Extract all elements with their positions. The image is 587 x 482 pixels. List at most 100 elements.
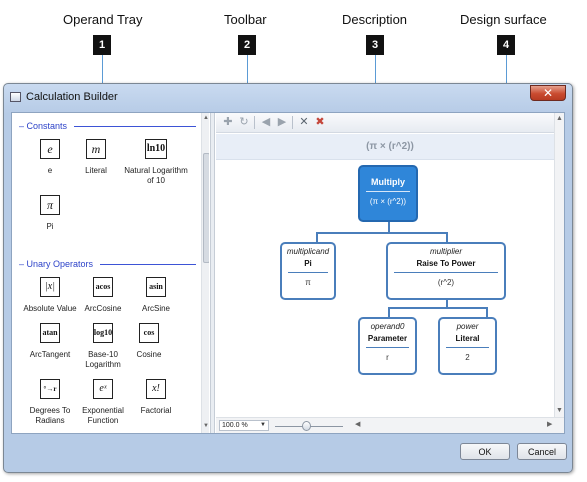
callout-description-badge: 3 [366,35,384,55]
ok-button[interactable]: OK [460,443,510,460]
tray-item-label: Factorial [140,406,172,415]
zoom-select[interactable]: 100.0 % ▼ [219,420,269,431]
tray-item-label: Pi [46,222,54,231]
page: Operand Tray 1 Toolbar 2 Description 3 D… [0,0,587,482]
callout-operand-tray-badge: 1 [93,35,111,55]
node-raise-to-power[interactable]: multiplier Raise To Power (r^2) [386,242,506,300]
connector [316,232,318,242]
status-bar: 100.0 % ▼ ◀ ▶ [216,417,564,433]
node-literal[interactable]: power Literal 2 [438,317,497,375]
pane-splitter[interactable] [210,113,215,433]
node-divider [446,347,489,348]
node-divider [366,347,409,348]
node-name: Parameter [367,334,408,343]
node-divider [288,272,328,273]
scroll-right-icon[interactable]: ▶ [547,420,552,428]
node-role: operand0 [370,322,405,331]
toolbar-separator [254,116,255,129]
node-value: (π × (r^2)) [369,197,407,206]
group-title-unary-operators: Unary Operators [26,259,94,269]
node-value: π [305,278,311,287]
node-role: multiplier [429,247,462,256]
add-icon[interactable]: ✚ [222,116,234,128]
node-divider [394,272,498,273]
scroll-up-icon[interactable]: ▲ [556,115,563,122]
node-value: (r^2) [437,278,455,287]
scroll-down-icon[interactable]: ▼ [203,423,209,429]
log10-icon: log10 [93,323,113,343]
callout-toolbar-badge: 2 [238,35,256,55]
atan-icon: atan [40,323,60,343]
node-value: r [386,353,389,362]
window-icon [10,92,21,102]
node-multiply[interactable]: Multiply (π × (r^2)) [358,165,418,222]
design-surface[interactable]: Multiply (π × (r^2)) multiplicand Pi π m… [216,161,554,417]
scroll-left-icon[interactable]: ◀ [355,420,360,428]
operand-tray: – Constants e e m Literal ln10 Natural L… [12,113,209,433]
node-name: Pi [304,259,312,268]
back-icon[interactable]: ◀ [260,116,272,128]
group-header-unary-operators[interactable]: – Unary Operators [19,259,93,269]
callout-description-title: Description [342,12,408,27]
group-divider [74,126,196,127]
tray-item-arcsine[interactable]: asin ArcSine [125,277,187,314]
tray-item-label: Natural Logarithm of 10 [124,166,188,185]
tray-item-pi[interactable]: π Pi [19,195,81,232]
group-header-constants[interactable]: – Constants [19,121,67,131]
node-name: Multiply [371,177,405,187]
scroll-up-icon[interactable]: ▲ [203,115,209,121]
tray-item-cosine[interactable]: cos Cosine [118,323,180,360]
designer-pane: ✚ ↻ ◀ ▶ ✕ ✖ (π × (r^2)) Multiply (π × (r… [216,113,564,433]
tray-item-natural-logarithm-of-10[interactable]: ln10 Natural Logarithm of 10 [122,139,190,186]
callout-operand-tray-title: Operand Tray [63,12,143,27]
description-text: (π × (r^2)) [366,141,414,152]
node-name: Raise To Power [416,259,476,268]
ln10-icon: ln10 [145,139,167,159]
connector [388,307,488,309]
tray-item-literal[interactable]: m Literal [65,139,127,176]
asin-icon: asin [146,277,166,297]
callout-toolbar-title: Toolbar [224,12,267,27]
tray-scroll-thumb[interactable] [203,153,209,263]
surface-vertical-scrollbar[interactable]: ▲ ▼ [554,113,564,417]
refresh-icon[interactable]: ↻ [238,116,250,128]
tray-item-label: Literal [85,166,107,175]
scroll-down-icon[interactable]: ▼ [556,407,563,414]
node-pi[interactable]: multiplicand Pi π [280,242,336,300]
close-button[interactable]: ✕ [530,85,566,101]
tray-item-label: Cosine [136,350,162,359]
calculation-builder-window: Calculation Builder ✕ – Constants e e m … [3,83,573,473]
tray-item-label: ArcSine [141,304,170,313]
acos-icon: acos [93,277,113,297]
connector [486,307,488,317]
degrees-to-radians-icon: °→r [40,379,60,399]
tray-item-factorial[interactable]: x! Factorial [125,379,187,416]
group-title-constants: Constants [26,121,68,131]
window-client: – Constants e e m Literal ln10 Natural L… [11,112,565,434]
title-bar[interactable]: Calculation Builder ✕ [4,84,572,110]
description-bar: (π × (r^2)) [216,134,564,160]
zoom-value: 100.0 % [222,422,248,429]
cos-icon: cos [139,323,159,343]
zoom-slider-thumb[interactable] [302,421,311,431]
node-role: power [456,322,479,331]
chevron-down-icon: ▼ [260,422,266,428]
node-divider [366,191,410,192]
pi-icon: π [40,195,60,215]
toolbar: ✚ ↻ ◀ ▶ ✕ ✖ [216,113,564,133]
node-parameter[interactable]: operand0 Parameter r [358,317,417,375]
clear-icon[interactable]: ✖ [314,116,326,128]
forward-icon[interactable]: ▶ [276,116,288,128]
cancel-button[interactable]: Cancel [517,443,567,460]
connector [316,232,448,234]
factorial-icon: x! [146,379,166,399]
node-name: Literal [455,334,480,343]
node-role: multiplicand [286,247,330,256]
connector [388,307,390,317]
callout-design-surface-badge: 4 [497,35,515,55]
window-title: Calculation Builder [26,91,118,103]
e-icon: e [40,139,60,159]
tray-scrollbar[interactable]: ▲ ▼ [201,113,209,433]
exponential-icon: eˣ [93,379,113,399]
delete-icon[interactable]: ✕ [298,116,310,128]
